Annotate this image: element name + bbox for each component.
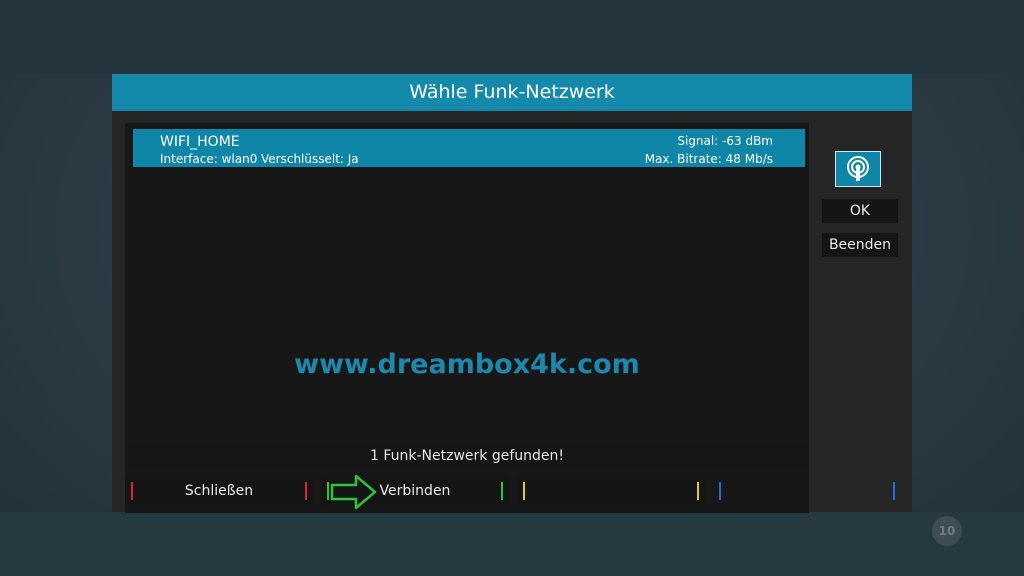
blue-marker — [719, 482, 721, 500]
network-encryption: Verschlüsselt: Ja — [261, 152, 359, 166]
blue-marker — [893, 482, 895, 500]
green-arrow-icon — [330, 474, 377, 510]
wifi-dialog: Wähle Funk-Netzwerk WIFI_HOME Signal: -6… — [112, 74, 912, 513]
network-signal: Signal: -63 dBm — [677, 134, 773, 148]
network-row-selected[interactable]: WIFI_HOME Signal: -63 dBm Interface: wla… — [133, 129, 805, 167]
green-marker — [501, 482, 503, 500]
red-close-button[interactable]: Schließen — [125, 477, 313, 505]
wifi-icon[interactable] — [835, 151, 881, 187]
watermark-text: www.dreambox4k.com — [294, 349, 640, 380]
side-panel: OK Beenden — [810, 123, 911, 439]
blue-button[interactable] — [713, 477, 901, 505]
quit-button[interactable]: Beenden — [822, 233, 898, 257]
background-top — [0, 0, 1024, 74]
network-interface: Interface: wlan0 — [160, 152, 258, 166]
green-marker — [327, 482, 329, 500]
yellow-marker — [697, 482, 699, 500]
network-bitrate: Max. Bitrate: 48 Mb/s — [644, 152, 773, 166]
background-bottom — [0, 512, 1024, 576]
dialog-title: Wähle Funk-Netzwerk — [112, 74, 912, 111]
green-button-label: Verbinden — [379, 483, 451, 499]
red-marker — [131, 482, 133, 500]
corner-badge: 10 — [932, 516, 962, 546]
ok-button[interactable]: OK — [822, 199, 898, 223]
yellow-button[interactable] — [517, 477, 705, 505]
yellow-marker — [523, 482, 525, 500]
red-marker — [305, 482, 307, 500]
status-message: 1 Funk-Netzwerk gefunden! — [125, 445, 809, 467]
network-ssid: WIFI_HOME — [160, 134, 240, 150]
red-button-label: Schließen — [184, 483, 254, 499]
